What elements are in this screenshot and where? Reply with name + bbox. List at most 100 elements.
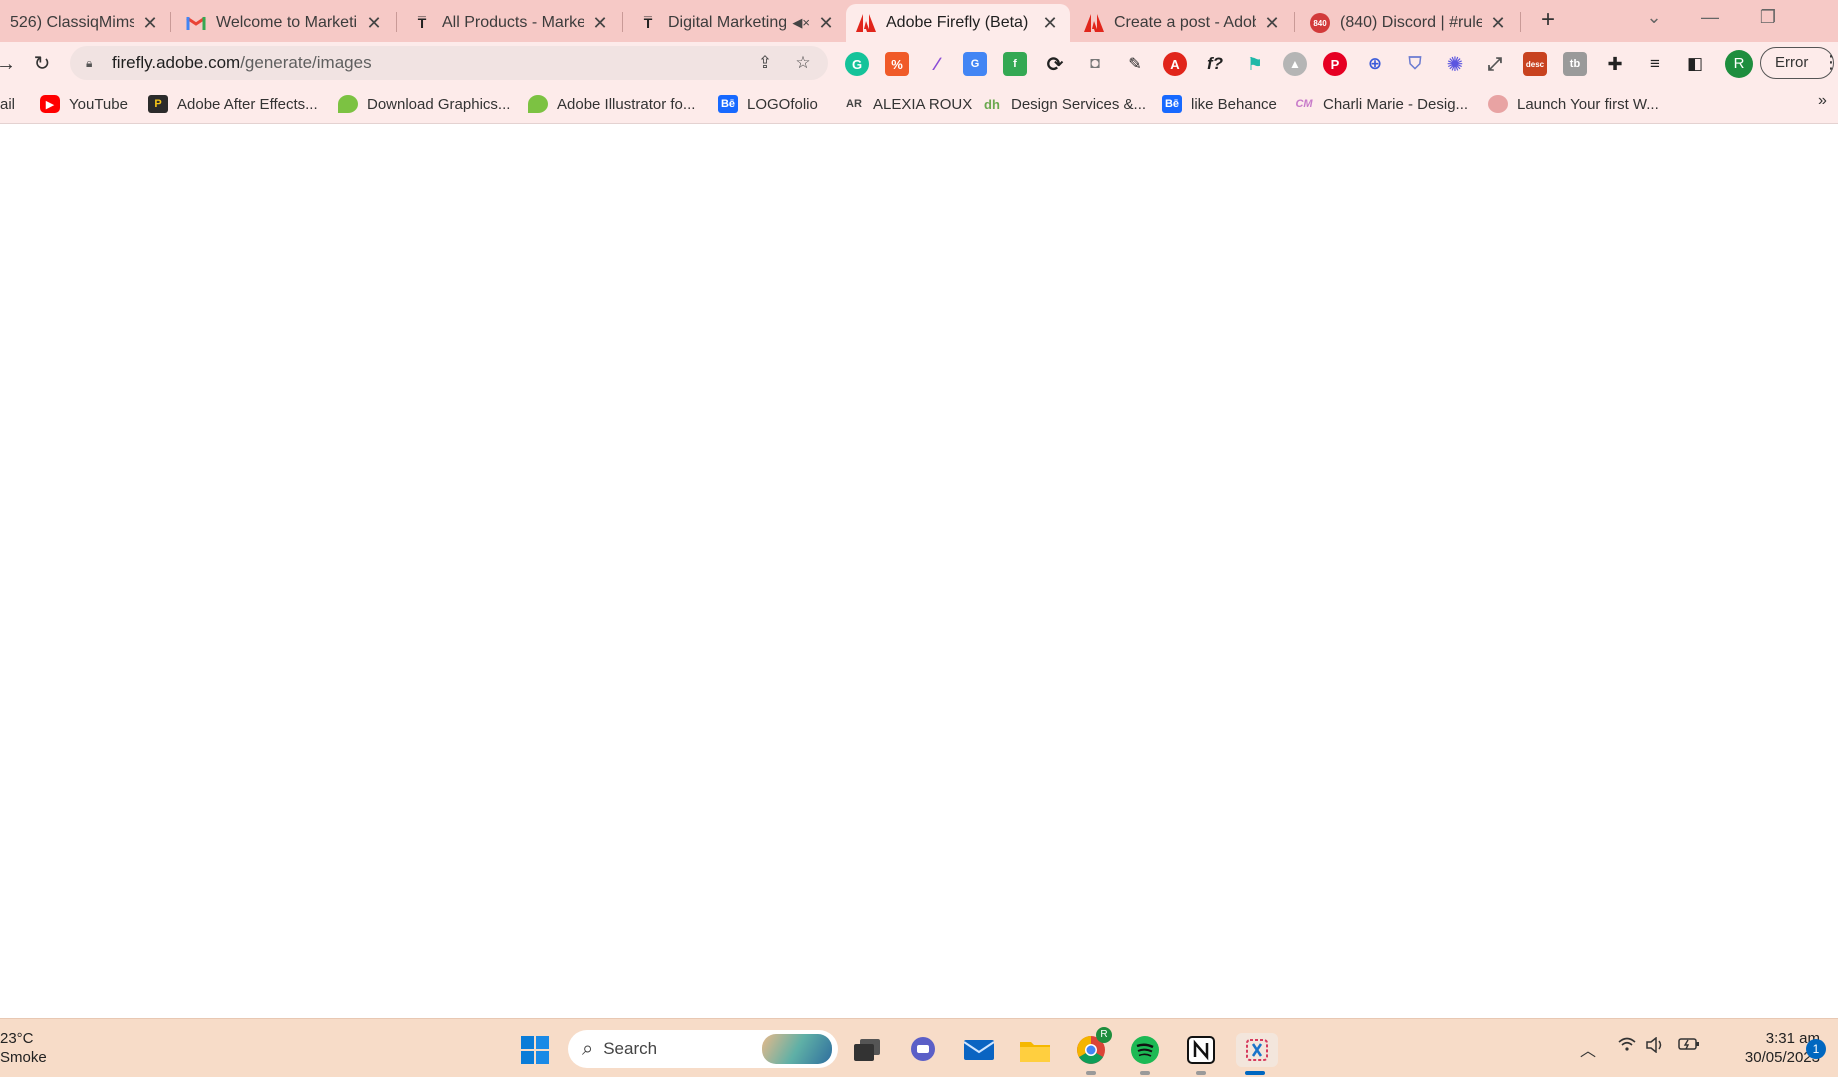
- snipping-tool-icon[interactable]: [1236, 1033, 1278, 1067]
- sync-icon[interactable]: ⟳: [1043, 52, 1067, 76]
- notification-badge[interactable]: 1: [1806, 1039, 1826, 1059]
- reload-icon[interactable]: ↻: [28, 50, 56, 78]
- task-view-icon[interactable]: [850, 1033, 884, 1067]
- chrome-icon[interactable]: R: [1074, 1027, 1112, 1067]
- address-url[interactable]: firefly.adobe.com/generate/images: [112, 53, 372, 73]
- pen-icon[interactable]: ∕: [925, 52, 949, 76]
- share-icon[interactable]: ⇪: [754, 52, 776, 74]
- close-icon[interactable]: ✕: [140, 13, 160, 34]
- notion-icon[interactable]: [1184, 1033, 1218, 1067]
- pinterest-icon[interactable]: P: [1323, 52, 1347, 76]
- tab-separator: [170, 12, 171, 32]
- volume-icon[interactable]: [1646, 1036, 1664, 1058]
- tab-search-icon[interactable]: ⌄: [1624, 0, 1684, 36]
- tab-gmail[interactable]: Welcome to Marketin ✕: [176, 4, 394, 42]
- bookmark-gmail[interactable]: ail: [0, 94, 15, 114]
- bookmark-alexia-roux[interactable]: AR ALEXIA ROUX: [844, 94, 972, 114]
- bookmark-label: Launch Your first W...: [1517, 95, 1659, 113]
- bookmark-adobe-illustrator[interactable]: Adobe Illustrator fo...: [528, 94, 695, 114]
- restore-icon[interactable]: ❐: [1738, 0, 1798, 36]
- bookmark-design-services[interactable]: dh Design Services &...: [982, 94, 1146, 114]
- mail-icon[interactable]: [962, 1033, 996, 1067]
- close-icon[interactable]: ✕: [364, 13, 384, 34]
- discord-icon: 840: [1310, 13, 1330, 33]
- url-host: firefly.adobe.com: [112, 53, 241, 72]
- bookmark-label: Adobe Illustrator fo...: [557, 95, 696, 113]
- bookmarks-overflow-icon[interactable]: »: [1818, 92, 1827, 110]
- url-path: /generate/images: [240, 53, 372, 72]
- spotify-icon[interactable]: [1128, 1033, 1162, 1067]
- bookmark-label: like Behance: [1191, 95, 1277, 113]
- tab-title: Digital Marketing: [668, 14, 787, 31]
- system-clock[interactable]: 3:31 am 30/05/2023: [1710, 1029, 1820, 1067]
- adobe-icon: [1084, 13, 1104, 33]
- launch-icon: [1488, 95, 1508, 113]
- close-icon[interactable]: ✕: [1040, 13, 1060, 34]
- extension-percent-icon[interactable]: %: [885, 52, 909, 76]
- wifi-icon[interactable]: [1618, 1037, 1636, 1056]
- cm-icon: CM: [1295, 98, 1313, 110]
- bookmark-like-behance[interactable]: Bē like Behance: [1162, 94, 1277, 114]
- camera-icon[interactable]: ◘: [1083, 52, 1107, 76]
- minimize-icon[interactable]: —: [1680, 0, 1740, 36]
- grammarly-icon[interactable]: G: [845, 52, 869, 76]
- shield-icon[interactable]: ⛉: [1403, 52, 1427, 76]
- bookmark-after-effects[interactable]: P Adobe After Effects...: [148, 94, 318, 114]
- bookmark-logofolio[interactable]: Bē LOGOfolio: [718, 94, 818, 114]
- chevron-up-icon[interactable]: ︿: [1580, 1037, 1596, 1061]
- search-extension-icon[interactable]: ⊕: [1363, 52, 1387, 76]
- font-finder-icon[interactable]: f?: [1203, 52, 1227, 76]
- translate-icon[interactable]: G: [963, 52, 987, 76]
- tab-classiqmims[interactable]: 526) ClassiqMims - ✕: [0, 4, 170, 42]
- weather-desc: Smoke: [0, 1049, 47, 1066]
- youtube-icon: ▶: [40, 95, 60, 113]
- puzzle-icon[interactable]: ✚: [1603, 52, 1627, 76]
- bookmark-youtube[interactable]: ▶ YouTube: [40, 94, 128, 114]
- desc-extension-icon[interactable]: desc: [1523, 52, 1547, 76]
- bookmark-star-icon[interactable]: ☆: [792, 52, 814, 74]
- taskbar-search[interactable]: ⌕ Search: [568, 1030, 838, 1068]
- kebab-menu-icon[interactable]: ⋮: [1822, 52, 1838, 73]
- media-icon[interactable]: ≡: [1643, 52, 1667, 76]
- close-icon[interactable]: ✕: [1488, 13, 1508, 34]
- tab-separator: [622, 12, 623, 32]
- avatar[interactable]: R: [1725, 50, 1753, 78]
- extension-green-icon[interactable]: f: [1003, 52, 1027, 76]
- tab-separator: [1520, 12, 1521, 32]
- flag-icon[interactable]: ⚑: [1243, 52, 1267, 76]
- weather-widget[interactable]: 23°C Smoke: [0, 1029, 47, 1067]
- windows-start-icon[interactable]: [518, 1033, 552, 1067]
- speaker-muted-icon[interactable]: ◀×: [792, 15, 810, 31]
- address-bar[interactable]: 🔒︎ firefly.adobe.com/generate/images ⇪ ☆: [70, 46, 828, 80]
- battery-icon[interactable]: [1678, 1037, 1700, 1056]
- teams-chat-icon[interactable]: [906, 1033, 940, 1067]
- bookmarks-bar: ail ▶ YouTube P Adobe After Effects... D…: [0, 84, 1838, 124]
- tab-all-products[interactable]: T̅ All Products - Market ✕: [402, 4, 620, 42]
- close-icon[interactable]: ✕: [1262, 13, 1282, 34]
- eyedropper-icon[interactable]: ✎: [1123, 52, 1147, 76]
- tab-digital-marketing[interactable]: T̅ Digital Marketing ◀× ✕: [628, 4, 846, 42]
- close-icon[interactable]: ✕: [590, 13, 610, 34]
- extension-gray-icon[interactable]: ▲: [1283, 52, 1307, 76]
- adobe-acrobat-icon[interactable]: A: [1163, 52, 1187, 76]
- forward-icon[interactable]: →: [0, 50, 20, 78]
- tb-extension-icon[interactable]: tb: [1563, 52, 1587, 76]
- leaf-icon: [528, 95, 548, 113]
- bookmark-charli-marie[interactable]: CM Charli Marie - Desig...: [1294, 94, 1468, 114]
- chrome-running-indicator: [1086, 1071, 1096, 1075]
- gear-extension-icon[interactable]: ✺: [1443, 52, 1467, 76]
- fullscreen-icon[interactable]: ⤢: [1483, 52, 1507, 76]
- close-icon[interactable]: ✕: [816, 13, 836, 34]
- clock-date: 30/05/2023: [1744, 1049, 1820, 1066]
- bookmark-label: Adobe After Effects...: [177, 95, 318, 113]
- behance-icon: Bē: [718, 95, 738, 113]
- bookmark-download-graphics[interactable]: Download Graphics...: [338, 94, 510, 114]
- tab-create-post[interactable]: Create a post - Adobe ✕: [1074, 4, 1292, 42]
- bookmark-launch[interactable]: Launch Your first W...: [1488, 94, 1659, 114]
- side-panel-icon[interactable]: ◧: [1683, 52, 1707, 76]
- tab-adobe-firefly[interactable]: Adobe Firefly (Beta) ✕: [846, 4, 1070, 42]
- new-tab-button[interactable]: +: [1533, 6, 1563, 36]
- file-explorer-icon[interactable]: [1018, 1033, 1052, 1067]
- tab-discord[interactable]: 840 (840) Discord | #rules ✕: [1300, 4, 1518, 42]
- lock-icon[interactable]: 🔒︎: [86, 56, 100, 71]
